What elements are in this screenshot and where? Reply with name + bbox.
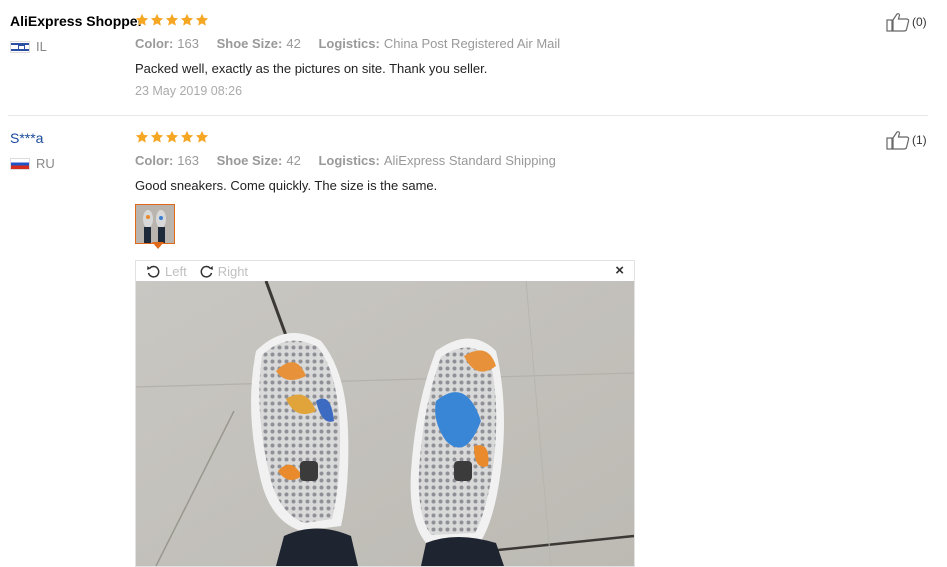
review-item: S***a RU Color: 163 Shoe Size: 42 Logistic…: [0, 116, 947, 567]
review-text: Packed well, exactly as the pictures on …: [135, 61, 488, 76]
helpful-button[interactable]: (0): [886, 12, 927, 32]
helpful-count: (0): [912, 15, 927, 29]
thumbs-up-icon: [886, 13, 910, 32]
helpful-button[interactable]: (1): [886, 130, 927, 150]
helpful-count: (1): [912, 133, 927, 147]
order-info: Color: 163 Shoe Size: 42 Logistics: AliExpr…: [135, 153, 570, 168]
rotate-right-label: Right: [217, 263, 249, 279]
star-icon: [165, 13, 179, 26]
review-photo: [136, 281, 634, 566]
logistics-value: China Post Registered Air Mail: [383, 36, 561, 51]
thumbs-up-icon: [886, 131, 910, 150]
star-icon: [150, 130, 164, 143]
size-label: Shoe Size:: [216, 36, 283, 51]
star-icon: [195, 13, 209, 26]
star-icon: [180, 130, 194, 143]
rotate-right-icon: [200, 265, 213, 278]
color-value: 163: [177, 36, 199, 51]
sneakers-photo: [136, 281, 634, 566]
logistics-value: AliExpress Standard Shipping: [383, 153, 556, 168]
star-icon: [135, 13, 149, 26]
reviewer-name[interactable]: S***a: [10, 130, 43, 146]
rotate-right-button[interactable]: Right: [199, 264, 248, 279]
reviewer-country: RU: [10, 156, 55, 171]
logistics-label: Logistics:: [318, 36, 380, 51]
flag-il-icon: [10, 40, 30, 53]
viewer-toolbar: Left Right ×: [136, 261, 634, 281]
size-value: 42: [286, 153, 301, 168]
star-icon: [180, 13, 194, 26]
star-icon: [135, 130, 149, 143]
review-photo-thumbnail[interactable]: [135, 204, 175, 244]
close-viewer-button[interactable]: ×: [615, 262, 624, 279]
star-icon: [195, 130, 209, 143]
size-label: Shoe Size:: [216, 153, 283, 168]
star-icon: [165, 130, 179, 143]
rating-stars: [135, 13, 209, 27]
thumbnail-pointer: [152, 242, 164, 249]
country-code: RU: [36, 156, 55, 171]
photo-viewer: Left Right ×: [135, 260, 635, 567]
star-icon: [150, 13, 164, 26]
order-info: Color: 163 Shoe Size: 42 Logistics: China P…: [135, 36, 574, 51]
reviewer-country: IL: [10, 39, 47, 54]
flag-ru-icon: [10, 157, 30, 170]
review-text: Good sneakers. Come quickly. The size is…: [135, 178, 438, 193]
size-value: 42: [286, 36, 301, 51]
rating-stars: [135, 130, 209, 144]
rotate-left-label: Left: [165, 263, 187, 279]
reviewer-name[interactable]: AliExpress Shopper: [10, 13, 143, 29]
sneakers-thumbnail-image: [136, 205, 174, 243]
color-value: 163: [177, 153, 199, 168]
review-item: AliExpress Shopper IL Color: 163 Shoe Siz…: [0, 0, 947, 116]
country-code: IL: [36, 39, 47, 54]
rotate-left-button[interactable]: Left: [146, 264, 187, 279]
color-label: Color:: [135, 153, 174, 168]
rotate-left-icon: [147, 265, 160, 278]
color-label: Color:: [135, 36, 174, 51]
logistics-label: Logistics:: [318, 153, 380, 168]
review-date: 23 May 2019 08:26: [135, 84, 243, 98]
